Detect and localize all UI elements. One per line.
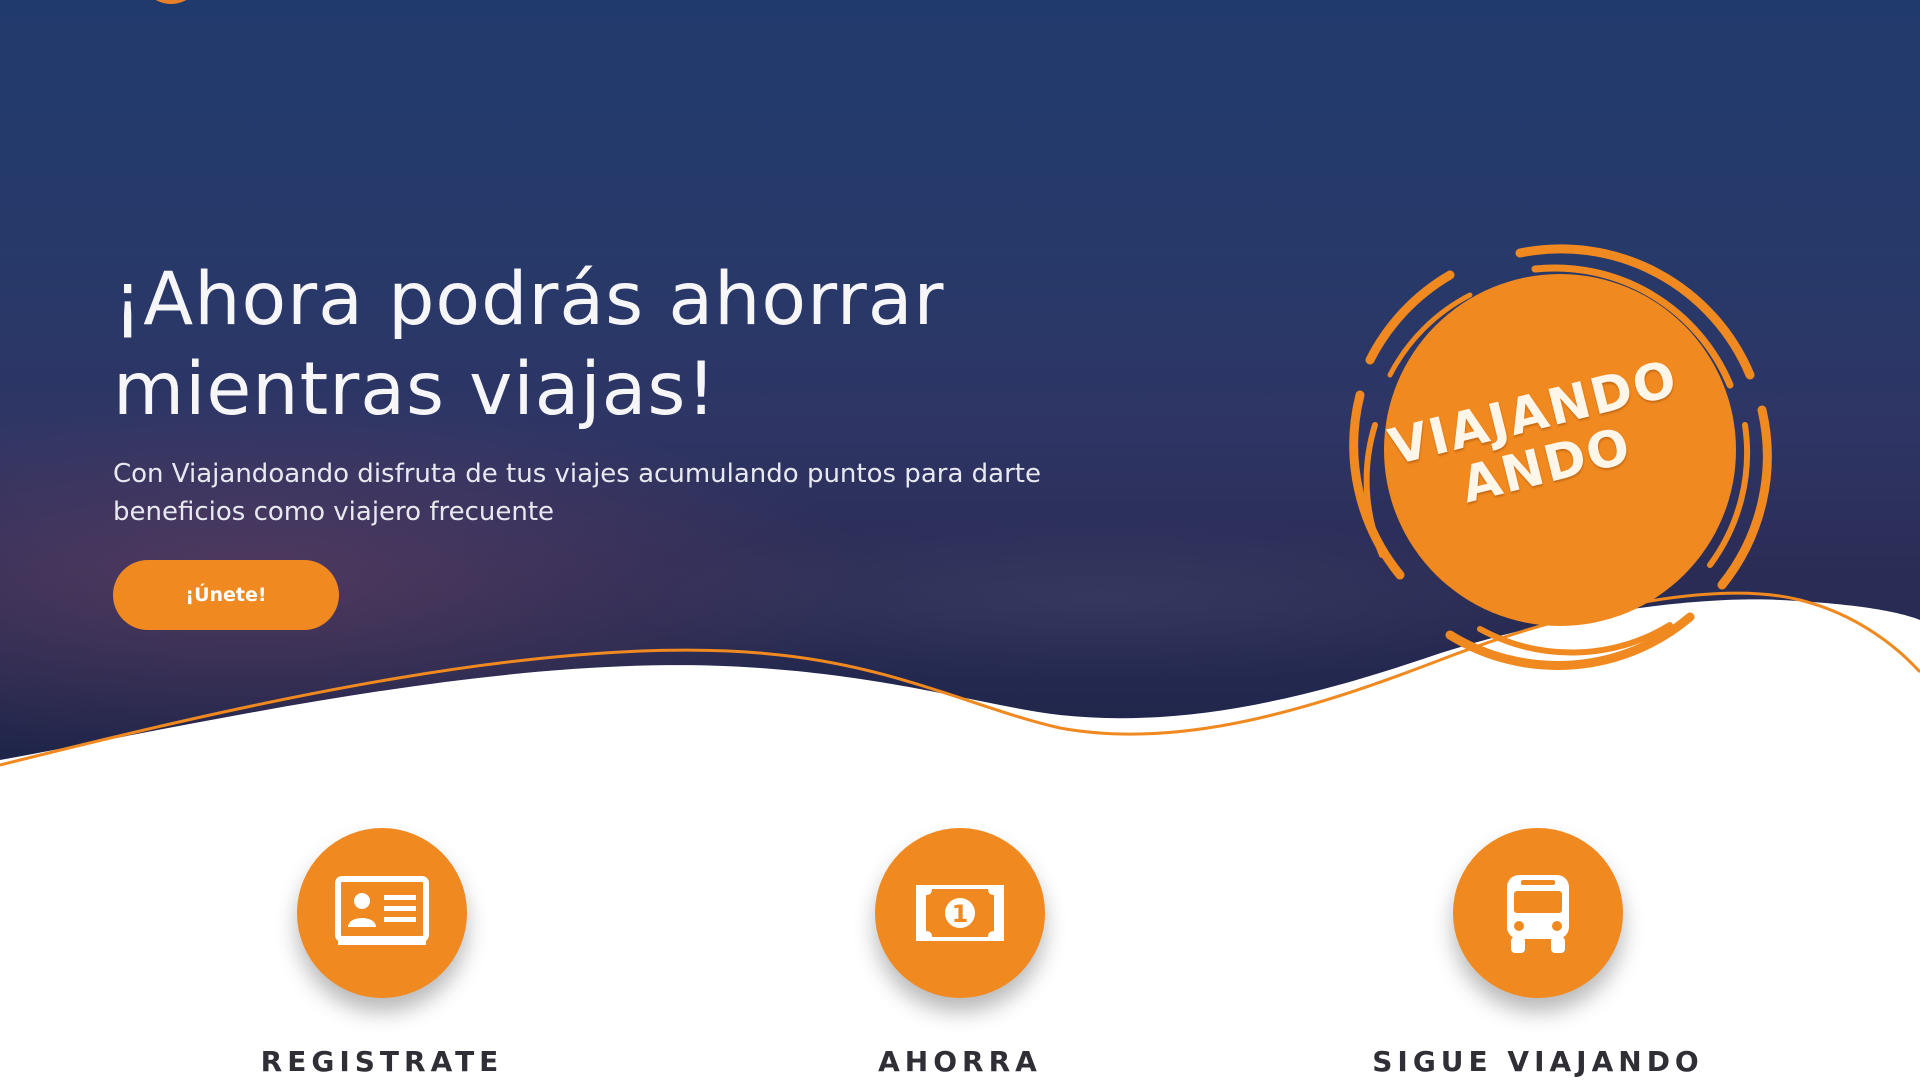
svg-text:1: 1: [952, 900, 969, 928]
banknote-icon: 1: [916, 885, 1004, 941]
id-card-icon: [335, 876, 429, 945]
landing-page: ¡Ahora podrás ahorrar mientras viajas! C…: [0, 0, 1920, 1080]
join-button[interactable]: ¡Únete!: [113, 560, 339, 630]
keep-traveling-circle-button[interactable]: [1453, 828, 1623, 998]
feature-register: REGISTRATE: [172, 828, 592, 1078]
feature-save: 1 AHORRA: [750, 828, 1170, 1078]
register-circle-button[interactable]: [297, 828, 467, 998]
hero-subtitle: Con Viajandoando disfruta de tus viajes …: [113, 459, 1041, 527]
hero-title: ¡Ahora podrás ahorrar mientras viajas!: [113, 257, 945, 432]
feature-keep-traveling: SIGUE VIAJANDO: [1328, 828, 1748, 1078]
feature-label-register: REGISTRATE: [260, 1045, 504, 1078]
feature-label-save: AHORRA: [878, 1045, 1042, 1078]
feature-label-keep-traveling: SIGUE VIAJANDO: [1372, 1045, 1704, 1078]
save-circle-button[interactable]: 1: [875, 828, 1045, 998]
bus-icon: [1507, 875, 1569, 953]
